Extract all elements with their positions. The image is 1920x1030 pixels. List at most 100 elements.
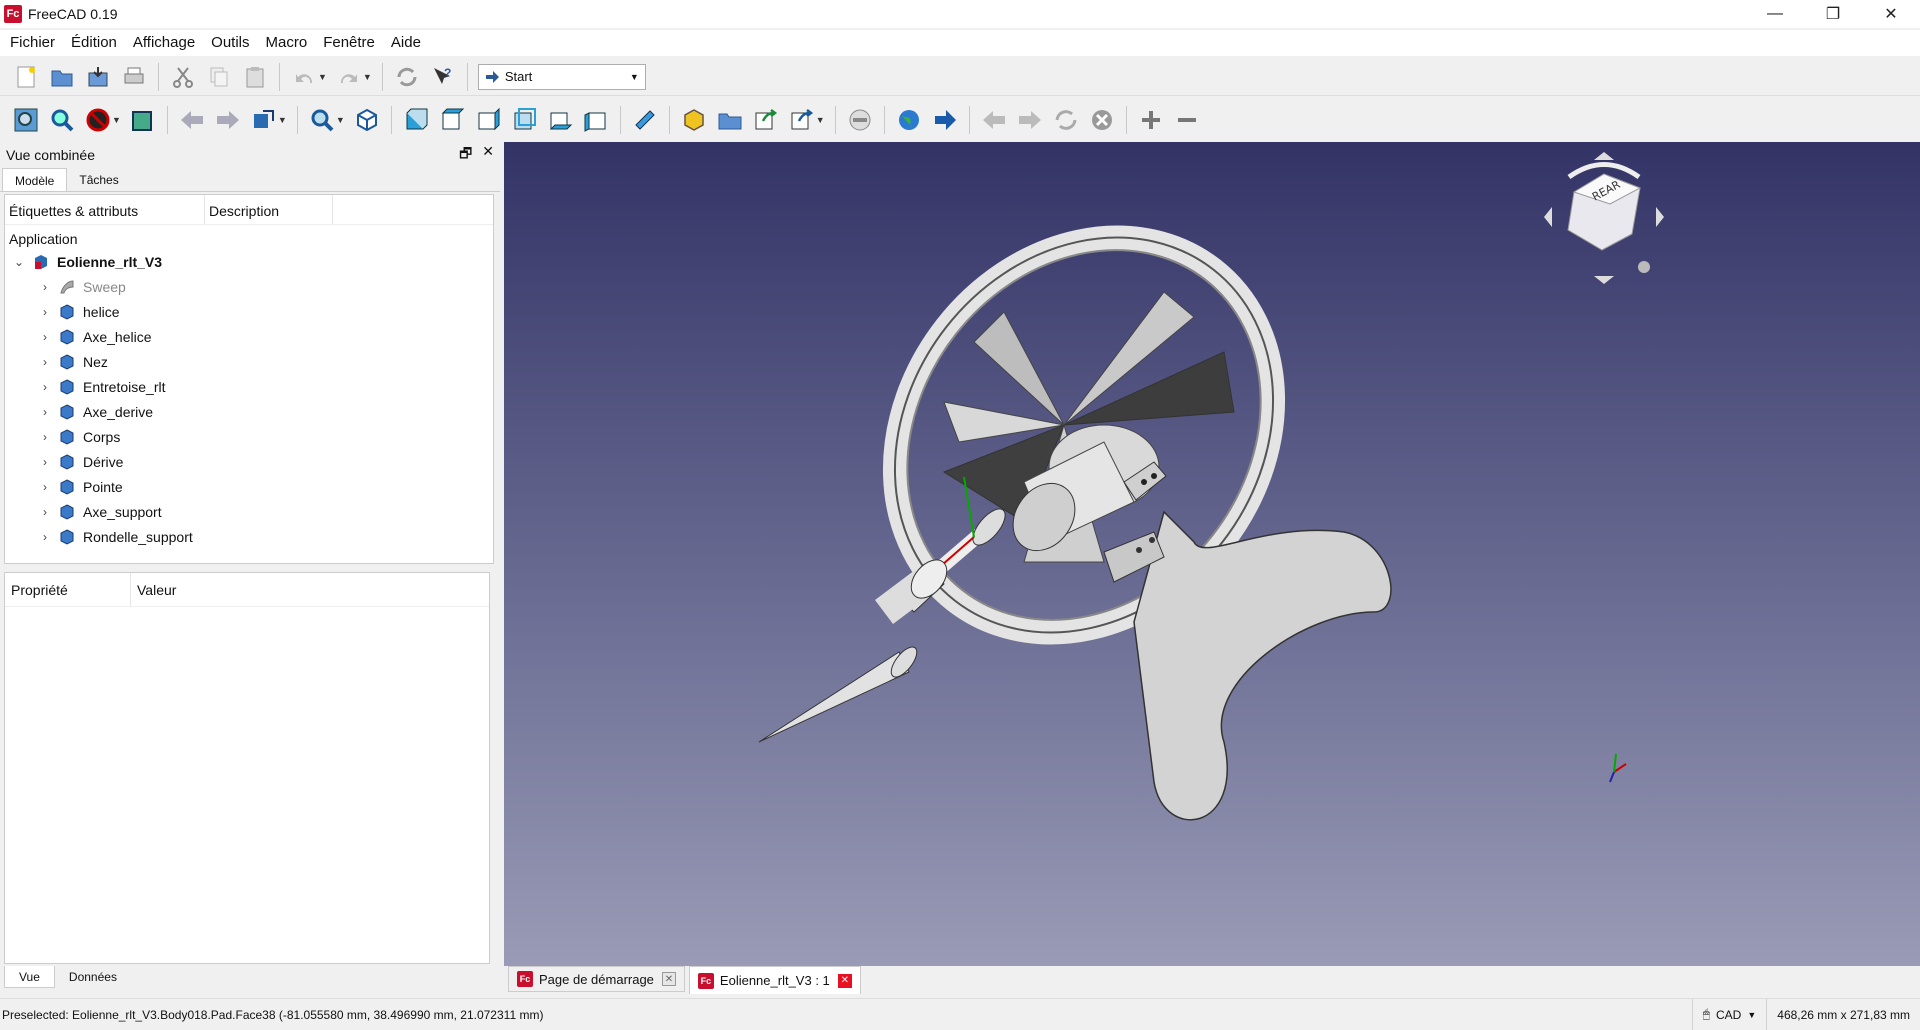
bottom-view-icon[interactable] bbox=[544, 104, 576, 136]
bounding-box-icon[interactable] bbox=[127, 104, 159, 136]
tree-item-axe-helice[interactable]: › Axe_helice bbox=[5, 324, 493, 349]
zoom-dropdown-icon[interactable]: ▼ bbox=[336, 115, 345, 125]
expand-icon[interactable]: › bbox=[37, 305, 53, 319]
tree-item-pointe[interactable]: › Pointe bbox=[5, 474, 493, 499]
expand-icon[interactable]: › bbox=[37, 380, 53, 394]
undo-icon[interactable] bbox=[288, 61, 320, 93]
cut-icon[interactable] bbox=[167, 61, 199, 93]
sync-view-icon[interactable] bbox=[248, 104, 280, 136]
right-view-icon[interactable] bbox=[472, 104, 504, 136]
web-stop-x-icon[interactable] bbox=[1086, 104, 1118, 136]
refresh-icon[interactable] bbox=[391, 61, 423, 93]
menu-macro[interactable]: Macro bbox=[258, 30, 316, 56]
web-back-icon[interactable] bbox=[978, 104, 1010, 136]
tab-modele[interactable]: Modèle bbox=[2, 168, 68, 191]
tab-donnees[interactable]: Données bbox=[55, 966, 131, 988]
tab-start-page[interactable]: Fc Page de démarrage ✕ bbox=[508, 966, 685, 992]
expand-icon[interactable]: › bbox=[37, 280, 53, 294]
link-actions-icon[interactable] bbox=[786, 104, 818, 136]
close-panel-icon[interactable]: ✕ bbox=[482, 143, 494, 167]
menu-outils[interactable]: Outils bbox=[203, 30, 257, 56]
menu-fichier[interactable]: Fichier bbox=[2, 30, 63, 56]
forward-icon[interactable] bbox=[212, 104, 244, 136]
sync-view-dropdown-icon[interactable]: ▼ bbox=[278, 115, 287, 125]
new-document-icon[interactable] bbox=[10, 61, 42, 93]
minimize-button[interactable]: — bbox=[1746, 0, 1804, 28]
collapse-icon[interactable]: ⌄ bbox=[11, 255, 27, 269]
tab-eolienne-document[interactable]: Fc Eolienne_rlt_V3 : 1 ✕ bbox=[688, 966, 861, 994]
menu-aide[interactable]: Aide bbox=[383, 30, 429, 56]
expand-icon[interactable]: › bbox=[37, 355, 53, 369]
redo-dropdown-icon[interactable]: ▼ bbox=[363, 72, 372, 82]
tree-item-sweep[interactable]: › Sweep bbox=[5, 274, 493, 299]
create-part-icon[interactable] bbox=[678, 104, 710, 136]
workbench-selector[interactable]: Start ▼ bbox=[477, 63, 646, 90]
web-forward-icon[interactable] bbox=[1014, 104, 1046, 136]
tree-item-label: Sweep bbox=[83, 278, 126, 295]
paste-icon[interactable] bbox=[239, 61, 271, 93]
expand-icon[interactable]: › bbox=[37, 455, 53, 469]
expand-icon[interactable]: › bbox=[37, 530, 53, 544]
back-icon[interactable] bbox=[176, 104, 208, 136]
close-button[interactable]: ✕ bbox=[1862, 0, 1920, 28]
web-stop-icon[interactable] bbox=[844, 104, 876, 136]
create-link-icon[interactable] bbox=[750, 104, 782, 136]
left-view-icon[interactable] bbox=[580, 104, 612, 136]
expand-icon[interactable]: › bbox=[37, 330, 53, 344]
expand-icon[interactable]: › bbox=[37, 480, 53, 494]
globe-icon[interactable] bbox=[893, 104, 925, 136]
save-icon[interactable] bbox=[82, 61, 114, 93]
menu-edition[interactable]: Édition bbox=[63, 30, 125, 56]
tree-header-description[interactable]: Description bbox=[205, 195, 333, 224]
front-view-icon[interactable] bbox=[400, 104, 432, 136]
open-folder-icon[interactable] bbox=[46, 61, 78, 93]
tree-item-axe-derive[interactable]: › Axe_derive bbox=[5, 399, 493, 424]
restore-button[interactable]: ❐ bbox=[1804, 0, 1862, 28]
copy-icon[interactable] bbox=[203, 61, 235, 93]
navigation-style-selector[interactable]: 🖱 CAD ▼ bbox=[1691, 998, 1766, 1030]
tree-item-axe-support[interactable]: › Axe_support bbox=[5, 499, 493, 524]
tree-item-nez[interactable]: › Nez bbox=[5, 349, 493, 374]
fit-selection-icon[interactable] bbox=[46, 104, 78, 136]
tree-item-entretoise[interactable]: › Entretoise_rlt bbox=[5, 374, 493, 399]
close-tab-icon[interactable]: ✕ bbox=[661, 972, 676, 986]
prop-header-property[interactable]: Propriété bbox=[5, 573, 131, 606]
tree-root-document[interactable]: ⌄ Eolienne_rlt_V3 bbox=[5, 249, 493, 274]
float-panel-icon[interactable]: 🗗 bbox=[459, 143, 472, 167]
undo-dropdown-icon[interactable]: ▼ bbox=[318, 72, 327, 82]
menu-fenetre[interactable]: Fenêtre bbox=[315, 30, 383, 56]
navigation-cube-icon[interactable]: REAR bbox=[1544, 152, 1664, 284]
expand-icon[interactable]: › bbox=[37, 430, 53, 444]
menu-affichage[interactable]: Affichage bbox=[125, 30, 203, 56]
tree-header-labels[interactable]: Étiquettes & attributs bbox=[5, 195, 205, 224]
tab-vue[interactable]: Vue bbox=[4, 966, 55, 988]
expand-icon[interactable]: › bbox=[37, 405, 53, 419]
tree-item-corps[interactable]: › Corps bbox=[5, 424, 493, 449]
close-tab-icon[interactable]: ✕ bbox=[837, 973, 852, 988]
cad-model[interactable]: REAR bbox=[504, 142, 1920, 966]
isometric-view-icon[interactable] bbox=[351, 104, 383, 136]
draw-style-dropdown-icon[interactable]: ▼ bbox=[112, 115, 121, 125]
draw-style-icon[interactable] bbox=[82, 104, 114, 136]
prop-header-value[interactable]: Valeur bbox=[131, 573, 182, 606]
tree-item-helice[interactable]: › helice bbox=[5, 299, 493, 324]
rear-view-icon[interactable] bbox=[508, 104, 540, 136]
redo-icon[interactable] bbox=[333, 61, 365, 93]
go-icon[interactable] bbox=[929, 104, 961, 136]
top-view-icon[interactable] bbox=[436, 104, 468, 136]
link-actions-dropdown-icon[interactable]: ▼ bbox=[816, 115, 825, 125]
tree-item-derive[interactable]: › Dérive bbox=[5, 449, 493, 474]
3d-viewport[interactable]: REAR bbox=[504, 142, 1920, 966]
whats-this-icon[interactable]: ? bbox=[427, 61, 459, 93]
zoom-in-icon[interactable] bbox=[1135, 104, 1167, 136]
zoom-out-icon[interactable] bbox=[1171, 104, 1203, 136]
tab-taches[interactable]: Tâches bbox=[67, 168, 130, 191]
expand-icon[interactable]: › bbox=[37, 505, 53, 519]
print-icon[interactable] bbox=[118, 61, 150, 93]
create-group-icon[interactable] bbox=[714, 104, 746, 136]
tree-item-rondelle-support[interactable]: › Rondelle_support bbox=[5, 524, 493, 549]
zoom-icon[interactable] bbox=[306, 104, 338, 136]
measure-distance-icon[interactable] bbox=[629, 104, 661, 136]
fit-all-icon[interactable] bbox=[10, 104, 42, 136]
web-refresh-icon[interactable] bbox=[1050, 104, 1082, 136]
